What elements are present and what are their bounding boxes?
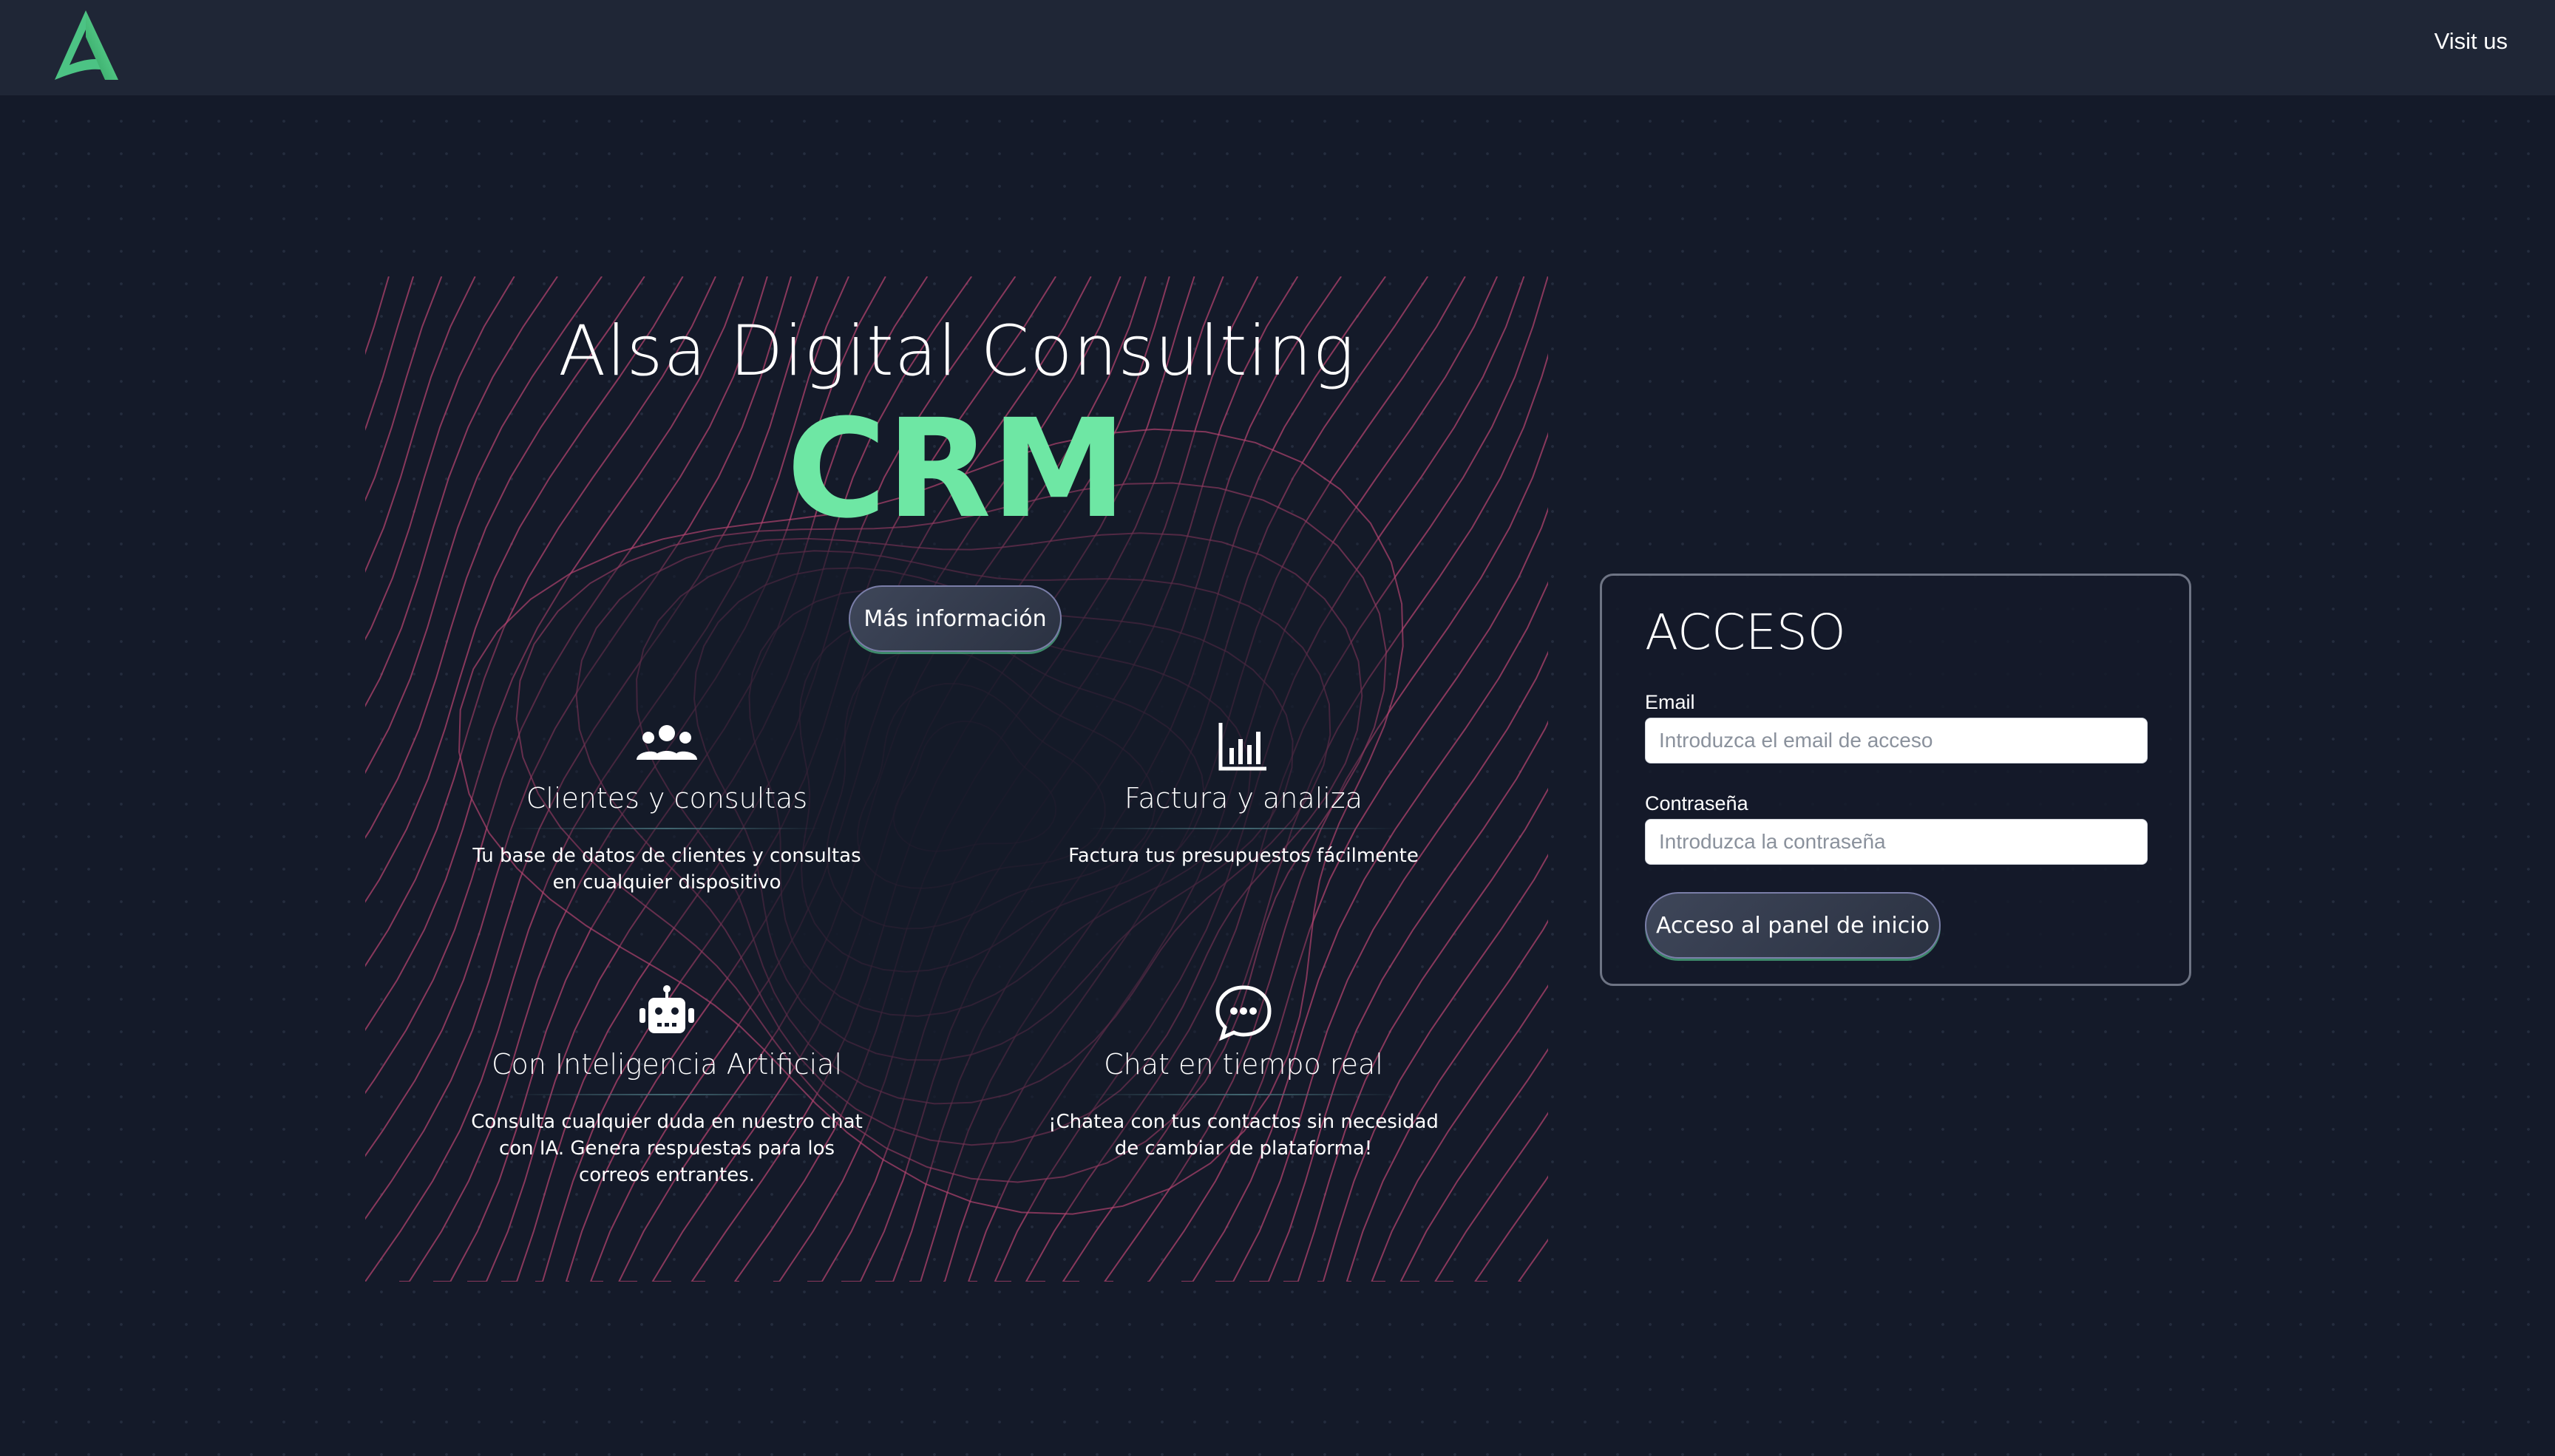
feature-ai: Con Inteligencia Artificial Consulta cua… xyxy=(430,983,903,1188)
feature-title: Con Inteligencia Artificial xyxy=(491,1048,843,1081)
feature-billing: Factura y analiza Factura tus presupuest… xyxy=(1007,717,1480,869)
feature-description: Tu base de datos de clientes y consultas… xyxy=(472,845,861,894)
company-title: Alsa Digital Consulting xyxy=(558,311,1355,392)
email-field[interactable] xyxy=(1645,718,2148,763)
more-info-button[interactable]: Más información xyxy=(849,585,1062,652)
visit-us-link[interactable]: Visit us xyxy=(2434,28,2508,55)
email-label: Email xyxy=(1645,691,1695,713)
feature-description: Factura tus presupuestos fácilmente xyxy=(1068,845,1419,867)
feature-description: ¡Chatea con tus contactos sin necesidad … xyxy=(1048,1111,1439,1160)
feature-divider xyxy=(1088,828,1399,829)
feature-title: Clientes y consultas xyxy=(526,782,808,814)
feature-divider xyxy=(1088,1094,1399,1095)
feature-title: Chat en tiempo real xyxy=(1104,1048,1383,1081)
logo-icon[interactable] xyxy=(47,7,124,84)
password-label: Contraseña xyxy=(1645,792,1748,814)
robot-icon xyxy=(639,985,694,1033)
feature-description: Consulta cualquier duda en nuestro chat … xyxy=(471,1111,863,1186)
feature-divider xyxy=(512,1094,822,1095)
password-field[interactable] xyxy=(1645,819,2148,865)
login-submit-button[interactable]: Acceso al panel de inicio xyxy=(1645,892,1941,959)
feature-chat: Chat en tiempo real ¡Chatea con tus cont… xyxy=(1007,983,1480,1162)
login-card: ACCESO Email Contraseña Acceso al panel … xyxy=(1600,574,2191,986)
feature-clients: Clientes y consultas Tu base de datos de… xyxy=(430,717,903,896)
hero-section: Alsa Digital Consulting CRM Más informac… xyxy=(365,276,1548,1282)
login-title: ACCESO xyxy=(1645,604,1846,661)
feature-divider xyxy=(512,828,822,829)
chat-bubble-icon xyxy=(1215,985,1272,1041)
feature-title: Factura y analiza xyxy=(1124,782,1363,814)
top-bar: Visit us xyxy=(0,0,2555,95)
product-title: CRM xyxy=(787,390,1127,548)
bar-chart-icon xyxy=(1218,723,1266,771)
users-group-icon xyxy=(637,725,697,760)
